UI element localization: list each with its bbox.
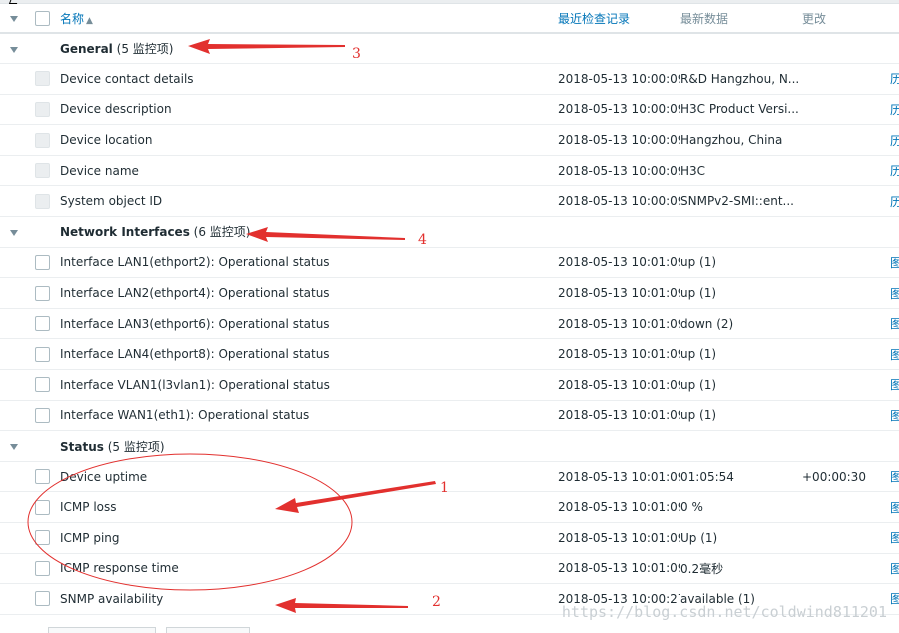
latest-data-page: 名称 ▲ 最近检查记录 最新数据 更改 General (5 监控项) Device…: [0, 0, 899, 633]
annotation-label-2: 2: [432, 594, 441, 610]
annotation-arrow-4: [246, 227, 405, 242]
annotation-label-4: 4: [418, 232, 427, 248]
annotation-label-3: 3: [352, 46, 361, 62]
annotation-arrow-1: [275, 481, 436, 513]
annotation-circle: [27, 453, 353, 591]
annotation-arrow-3: [188, 39, 345, 54]
bottom-button-1[interactable]: [48, 627, 156, 633]
annotation-arrows: [27, 39, 436, 613]
watermark: https://blog.csdn.net/coldwind811201: [561, 603, 887, 621]
annotation-arrow-2: [275, 598, 408, 613]
bottom-button-2[interactable]: [166, 627, 250, 633]
annotation-label-1: 1: [440, 480, 449, 496]
